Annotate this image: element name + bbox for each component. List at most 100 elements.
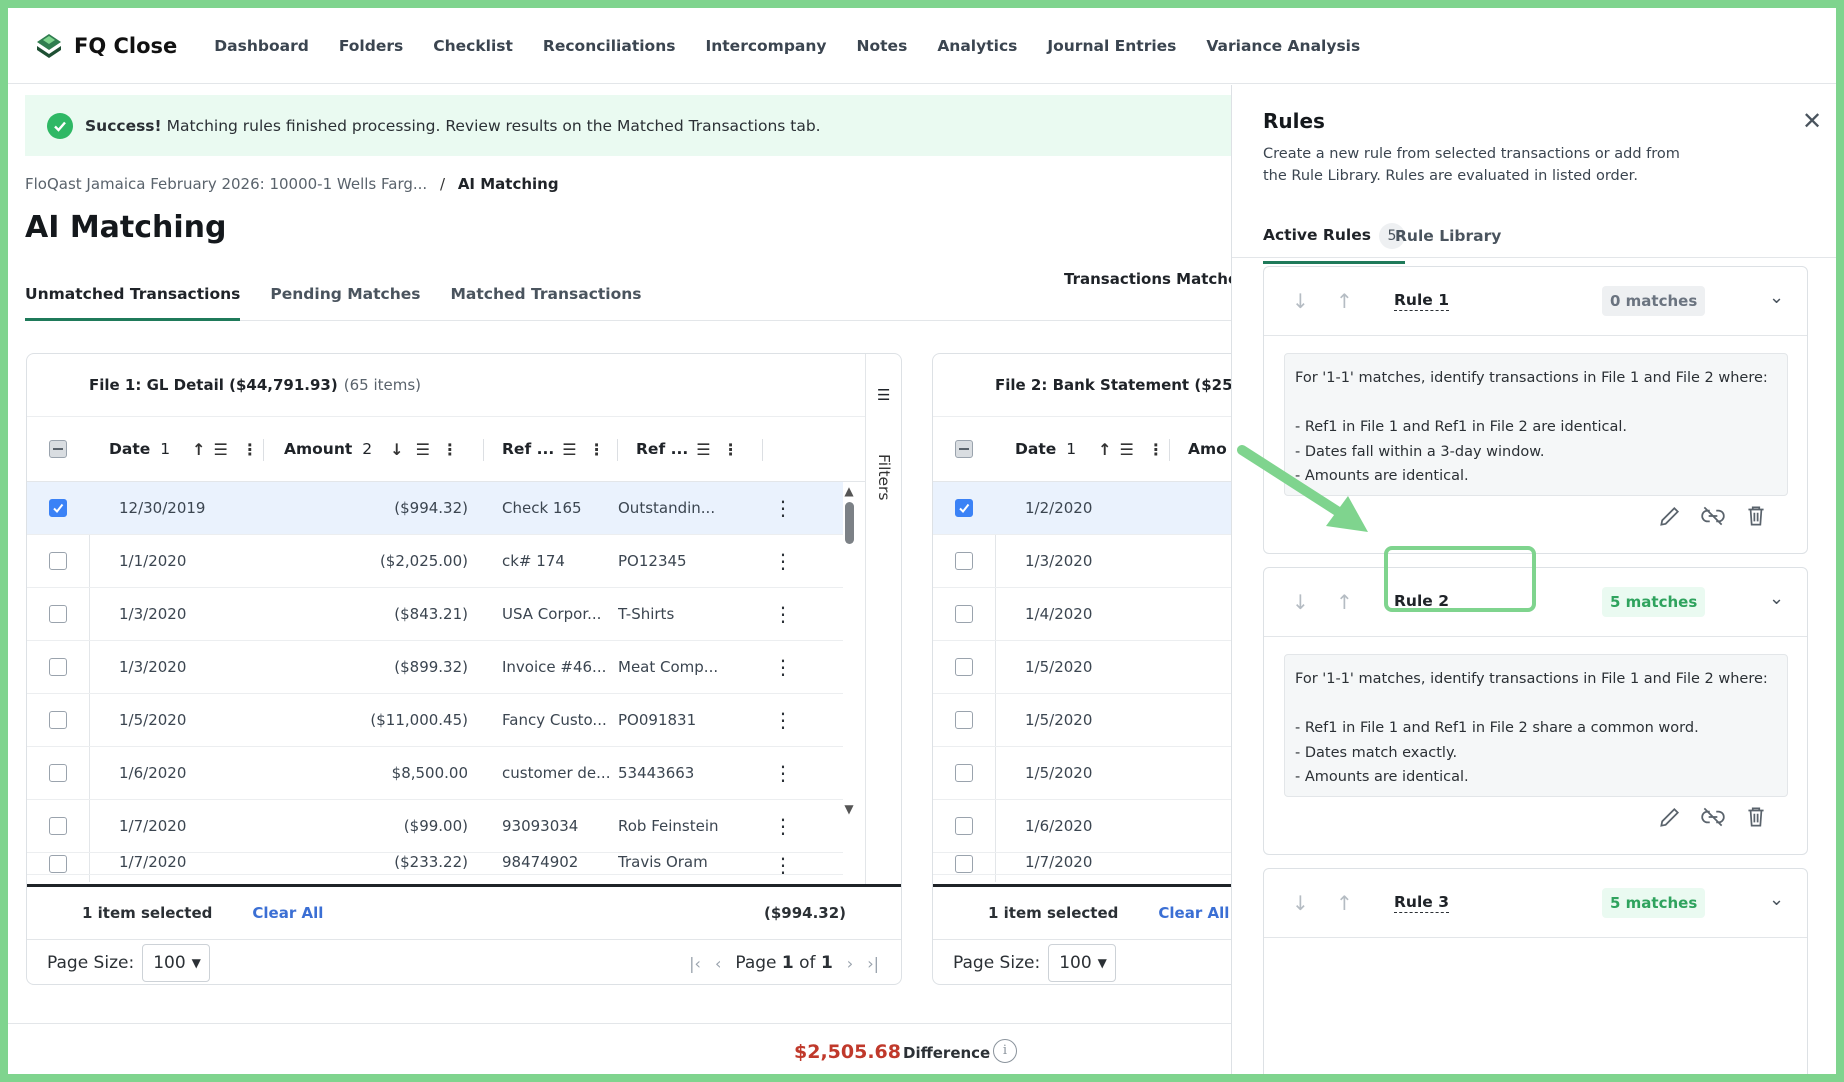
row-checkbox[interactable] — [955, 499, 973, 517]
sort-up-icon[interactable]: ↑ — [1098, 440, 1111, 459]
nav-reconciliations[interactable]: Reconciliations — [543, 37, 676, 55]
column-menu-icon[interactable]: ⋮ — [1148, 440, 1164, 459]
tab-active-rules[interactable]: Active Rules 5 — [1263, 223, 1405, 264]
row-checkbox[interactable] — [49, 658, 67, 676]
table-row[interactable]: 1/3/2020 ($899.32) Invoice #46... Meat C… — [27, 641, 843, 694]
filters-label[interactable]: Filters — [875, 454, 893, 500]
move-down-icon[interactable]: ↓ — [1292, 891, 1309, 915]
filter-icon[interactable]: ☰ — [696, 440, 710, 459]
move-up-icon[interactable]: ↑ — [1336, 289, 1353, 313]
table-row[interactable]: 1/6/2020 — [933, 800, 1231, 853]
row-checkbox[interactable] — [955, 855, 973, 873]
column-menu-icon[interactable]: ⋮ — [589, 440, 605, 459]
unlink-icon[interactable] — [1700, 503, 1726, 529]
clear-all-button[interactable]: Clear All — [1158, 904, 1229, 922]
row-menu-icon[interactable]: ⋮ — [763, 814, 803, 838]
breadcrumb-parent[interactable]: FloQast Jamaica February 2026: 10000-1 W… — [25, 175, 427, 193]
move-down-icon[interactable]: ↓ — [1292, 590, 1309, 614]
move-up-icon[interactable]: ↑ — [1336, 891, 1353, 915]
row-checkbox[interactable] — [955, 605, 973, 623]
filter-icon[interactable]: ☰ — [416, 440, 430, 459]
row-checkbox[interactable] — [955, 764, 973, 782]
chevron-down-icon[interactable]: ⌄ — [1769, 287, 1784, 308]
tab-unmatched-transactions[interactable]: Unmatched Transactions — [25, 281, 241, 321]
column-menu-icon[interactable]: ⋮ — [723, 440, 739, 459]
match-count-badge[interactable]: 5 matches — [1602, 587, 1706, 617]
select-all-checkbox[interactable] — [955, 440, 973, 458]
filter-lines-icon[interactable]: ☰ — [877, 386, 890, 404]
scroll-up-icon[interactable]: ▲ — [843, 484, 855, 498]
table-row[interactable]: 1/3/2020 ($843.21) USA Corpor... T-Shirt… — [27, 588, 843, 641]
column-ref2[interactable]: Ref ... ☰ ⋮ — [618, 417, 763, 481]
table-row[interactable]: 1/5/2020 — [933, 694, 1231, 747]
table-row[interactable]: 1/3/2020 — [933, 535, 1231, 588]
first-page-icon[interactable]: |‹ — [689, 954, 701, 973]
tab-matched-transactions[interactable]: Matched Transactions — [451, 281, 642, 320]
rule-name[interactable]: Rule 3 — [1394, 893, 1449, 913]
row-checkbox[interactable] — [49, 711, 67, 729]
edit-pencil-icon[interactable] — [1657, 503, 1683, 529]
row-checkbox[interactable] — [49, 855, 67, 873]
move-up-icon[interactable]: ↑ — [1336, 590, 1353, 614]
row-checkbox[interactable] — [955, 552, 973, 570]
nav-journal-entries[interactable]: Journal Entries — [1047, 37, 1176, 55]
trash-icon[interactable] — [1743, 804, 1769, 830]
column-amount[interactable]: Amount 2 ↓ ☰ ⋮ — [264, 417, 484, 481]
column-menu-icon[interactable]: ⋮ — [242, 440, 258, 459]
table-row[interactable]: 1/6/2020 $8,500.00 customer de... 534436… — [27, 747, 843, 800]
table-row[interactable]: 1/2/2020 — [933, 482, 1231, 535]
row-menu-icon[interactable]: ⋮ — [763, 655, 803, 679]
row-menu-icon[interactable]: ⋮ — [763, 761, 803, 785]
row-checkbox[interactable] — [955, 817, 973, 835]
tab-pending-matches[interactable]: Pending Matches — [270, 281, 420, 320]
nav-notes[interactable]: Notes — [857, 37, 908, 55]
table-row[interactable]: 12/30/2019 ($994.32) Check 165 Outstandi… — [27, 482, 843, 535]
move-down-icon[interactable]: ↓ — [1292, 289, 1309, 313]
table-row[interactable]: 1/5/2020 ($11,000.45) Fancy Custo... PO0… — [27, 694, 843, 747]
info-icon[interactable]: i — [993, 1039, 1017, 1063]
table-row[interactable]: 1/5/2020 — [933, 747, 1231, 800]
column-date[interactable]: Date 1 ↑ ☰ ⋮ — [89, 417, 264, 481]
nav-intercompany[interactable]: Intercompany — [705, 37, 826, 55]
next-page-icon[interactable]: › — [847, 954, 853, 973]
edit-pencil-icon[interactable] — [1657, 804, 1683, 830]
row-menu-icon[interactable]: ⋮ — [763, 602, 803, 626]
filter-icon[interactable]: ☰ — [1120, 440, 1134, 459]
row-checkbox[interactable] — [49, 552, 67, 570]
sort-down-icon[interactable]: ↓ — [390, 440, 403, 459]
row-menu-icon[interactable]: ⋮ — [763, 853, 803, 874]
row-checkbox[interactable] — [955, 711, 973, 729]
tab-rule-library[interactable]: Rule Library — [1395, 227, 1501, 245]
app-logo[interactable]: FQ Close — [34, 31, 177, 61]
filter-icon[interactable]: ☰ — [214, 440, 228, 459]
row-menu-icon[interactable]: ⋮ — [763, 708, 803, 732]
page-size-select[interactable]: 100 ▼ — [142, 944, 211, 982]
rule-name[interactable]: Rule 1 — [1394, 291, 1449, 311]
last-page-icon[interactable]: ›| — [867, 954, 879, 973]
clear-all-button[interactable]: Clear All — [252, 904, 323, 922]
table-row[interactable]: 1/1/2020 ($2,025.00) ck# 174 PO12345 ⋮ — [27, 535, 843, 588]
file1-scrollbar[interactable]: ▲ ▼ — [843, 484, 855, 884]
table-row[interactable]: 1/4/2020 — [933, 588, 1231, 641]
select-all-checkbox[interactable] — [49, 440, 67, 458]
column-ref1[interactable]: Ref ... ☰ ⋮ — [484, 417, 618, 481]
trash-icon[interactable] — [1743, 503, 1769, 529]
row-menu-icon[interactable]: ⋮ — [763, 549, 803, 573]
nav-folders[interactable]: Folders — [339, 37, 403, 55]
table-row[interactable]: 1/7/2020 ($99.00) 93093034 Rob Feinstein… — [27, 800, 843, 853]
chevron-down-icon[interactable]: ⌄ — [1769, 588, 1784, 609]
sort-up-icon[interactable]: ↑ — [192, 440, 205, 459]
column-menu-icon[interactable]: ⋮ — [442, 440, 458, 459]
row-checkbox[interactable] — [49, 499, 67, 517]
row-checkbox[interactable] — [49, 817, 67, 835]
filter-icon[interactable]: ☰ — [562, 440, 576, 459]
scroll-thumb[interactable] — [844, 502, 854, 544]
prev-page-icon[interactable]: ‹ — [715, 954, 721, 973]
column-amount[interactable]: Amo — [1170, 417, 1227, 481]
row-menu-icon[interactable]: ⋮ — [763, 496, 803, 520]
nav-checklist[interactable]: Checklist — [433, 37, 513, 55]
table-row[interactable]: 1/5/2020 — [933, 641, 1231, 694]
column-date[interactable]: Date 1 ↑ ☰ ⋮ — [995, 417, 1170, 481]
row-checkbox[interactable] — [49, 605, 67, 623]
close-icon[interactable]: ✕ — [1802, 107, 1822, 135]
